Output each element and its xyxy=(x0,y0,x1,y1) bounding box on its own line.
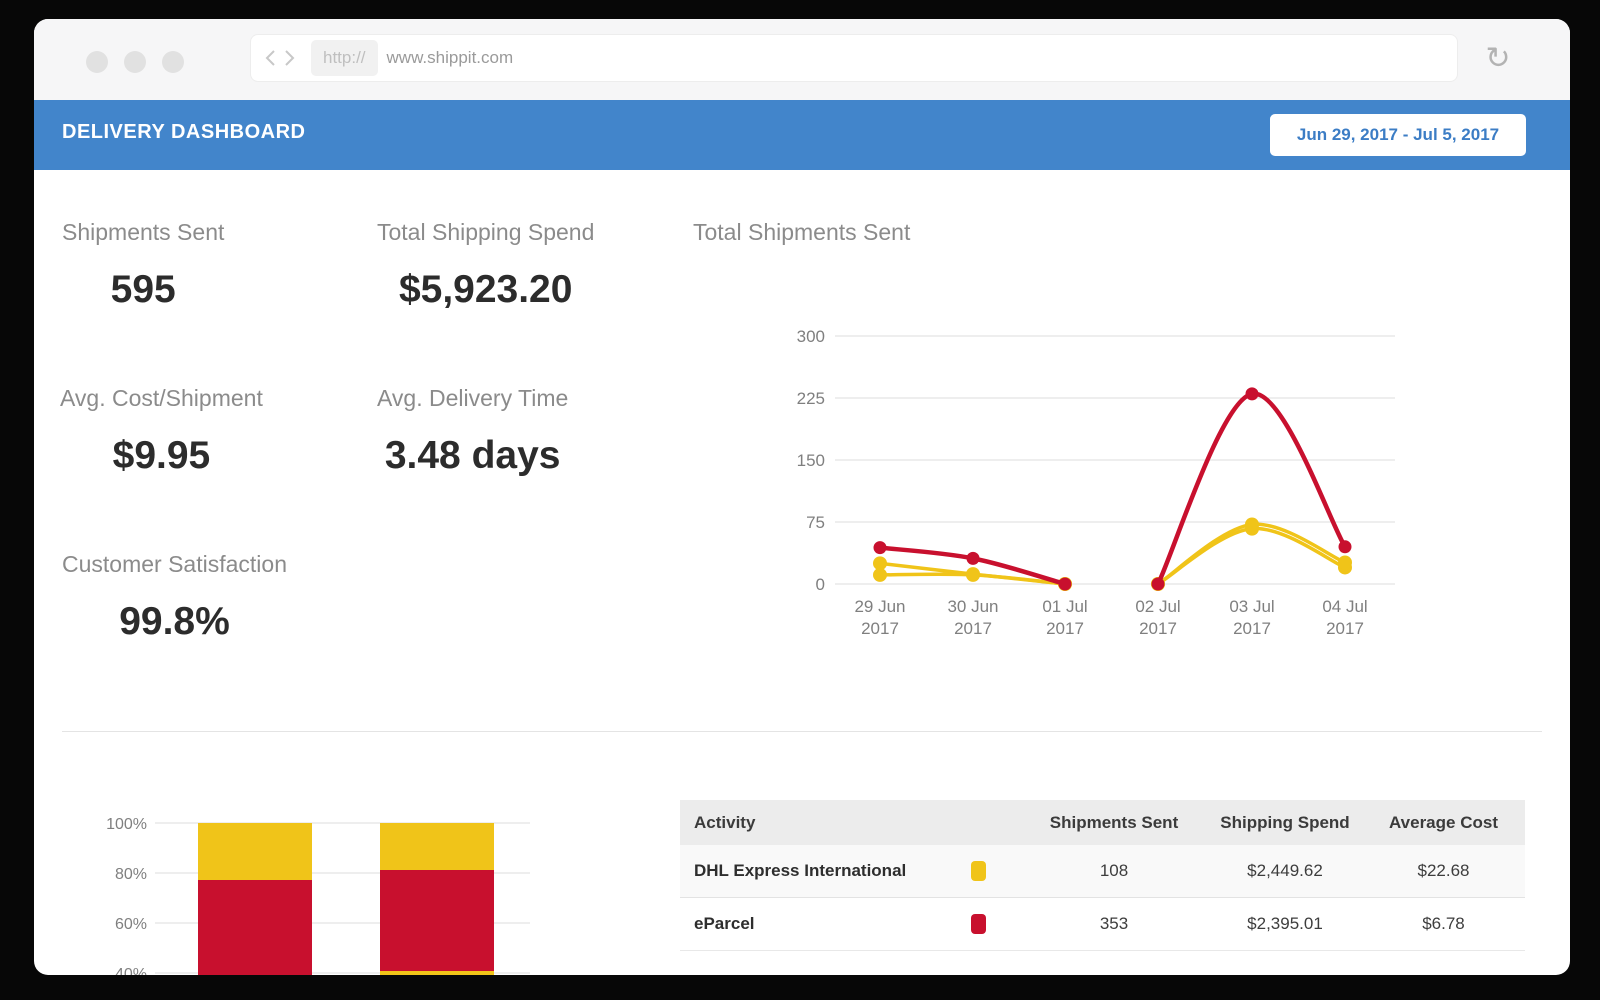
col-header-spend: Shipping Spend xyxy=(1208,813,1362,833)
back-icon[interactable] xyxy=(265,49,276,67)
kpi-value: 99.8% xyxy=(62,600,287,644)
y-axis-tick-label: 300 xyxy=(797,327,825,346)
table-row-dhl: DHL Express International 108 $2,449.62 … xyxy=(680,845,1525,897)
kpi-value: 3.48 days xyxy=(377,434,568,478)
data-point xyxy=(967,552,980,565)
kpi-shipments-sent: Shipments Sent 595 xyxy=(62,219,224,312)
bar-segment xyxy=(380,971,494,975)
dhl-series-color-swatch xyxy=(971,861,986,881)
data-point xyxy=(874,541,887,554)
line-chart-title: Total Shipments Sent xyxy=(693,219,910,246)
series-line xyxy=(1158,528,1345,584)
x-axis-tick-label: 01 Jul2017 xyxy=(1042,597,1087,638)
activity-name: eParcel xyxy=(694,914,755,934)
kpi-value: 595 xyxy=(62,268,224,312)
data-point xyxy=(1246,387,1259,400)
url-bar[interactable]: http:// www.shippit.com xyxy=(250,34,1458,82)
kpi-label: Shipments Sent xyxy=(62,219,224,246)
col-header-avg-cost: Average Cost xyxy=(1362,813,1525,833)
kpi-value: $5,923.20 xyxy=(377,268,594,312)
bar-segment xyxy=(380,823,494,870)
kpi-label: Total Shipping Spend xyxy=(377,219,594,246)
bar-segment xyxy=(198,880,312,975)
activity-name: DHL Express International xyxy=(694,861,906,881)
window-control-dot-3[interactable] xyxy=(162,51,184,73)
section-divider xyxy=(62,731,1542,732)
kpi-label: Customer Satisfaction xyxy=(62,551,287,578)
bar-segment xyxy=(198,823,312,880)
shipping-spend-cell: $2,449.62 xyxy=(1208,861,1362,881)
page-title: DELIVERY DASHBOARD xyxy=(62,121,305,144)
browser-chrome: http:// www.shippit.com ↻ xyxy=(34,19,1570,100)
y-axis-tick-label: 0 xyxy=(816,575,825,594)
kpi-customer-satisfaction: Customer Satisfaction 99.8% xyxy=(62,551,287,644)
data-point xyxy=(1338,556,1352,570)
y-axis-tick-label: 40% xyxy=(115,966,147,975)
col-header-shipments: Shipments Sent xyxy=(1020,813,1208,833)
dashboard-header: DELIVERY DASHBOARD Jun 29, 2017 - Jul 5,… xyxy=(34,100,1570,170)
y-axis-tick-label: 225 xyxy=(797,389,825,408)
kpi-avg-cost-shipment: Avg. Cost/Shipment $9.95 xyxy=(60,385,263,478)
kpi-label: Avg. Delivery Time xyxy=(377,385,568,412)
eparcel-series-color-swatch xyxy=(971,914,986,934)
kpi-label: Avg. Cost/Shipment xyxy=(60,385,263,412)
y-axis-tick-label: 100% xyxy=(106,816,147,833)
activity-table: Activity Shipments Sent Shipping Spend A… xyxy=(680,800,1525,951)
y-axis-tick-label: 150 xyxy=(797,451,825,470)
x-axis-tick-label: 30 Jun2017 xyxy=(947,597,998,638)
x-axis-tick-label: 04 Jul2017 xyxy=(1322,597,1367,638)
kpi-avg-delivery-time: Avg. Delivery Time 3.48 days xyxy=(377,385,568,478)
col-header-activity: Activity xyxy=(680,813,1020,833)
table-row-eparcel: eParcel 353 $2,395.01 $6.78 xyxy=(680,897,1525,951)
refresh-icon[interactable]: ↻ xyxy=(1480,41,1516,77)
url-text[interactable]: www.shippit.com xyxy=(387,48,514,68)
shipments-sent-cell: 353 xyxy=(1020,914,1208,934)
y-axis-tick-label: 80% xyxy=(115,866,147,883)
table-header-row: Activity Shipments Sent Shipping Spend A… xyxy=(680,800,1525,845)
x-axis-tick-label: 29 Jun2017 xyxy=(854,597,905,638)
shipments-sent-cell: 108 xyxy=(1020,861,1208,881)
y-axis-tick-label: 75 xyxy=(806,513,825,532)
browser-window: http:// www.shippit.com ↻ DELIVERY DASHB… xyxy=(34,19,1570,975)
bar-segment xyxy=(380,870,494,971)
window-control-dot-2[interactable] xyxy=(124,51,146,73)
y-axis-tick-label: 60% xyxy=(115,916,147,933)
average-cost-cell: $6.78 xyxy=(1362,914,1525,934)
forward-icon[interactable] xyxy=(284,49,295,67)
average-cost-cell: $22.68 xyxy=(1362,861,1525,881)
shipping-spend-cell: $2,395.01 xyxy=(1208,914,1362,934)
data-point xyxy=(1245,517,1259,531)
data-point xyxy=(1339,540,1352,553)
data-point xyxy=(966,567,980,581)
x-axis-tick-label: 02 Jul2017 xyxy=(1135,597,1180,638)
kpi-value: $9.95 xyxy=(60,434,263,478)
window-control-dot-1[interactable] xyxy=(86,51,108,73)
data-point xyxy=(873,556,887,570)
series-line xyxy=(1158,394,1345,584)
total-shipments-line-chart: 0 75 150 225 300 29 Jun2017 30 Jun2017 01 Jul20… xyxy=(780,320,1420,650)
kpi-total-shipping-spend: Total Shipping Spend $5,923.20 xyxy=(377,219,594,312)
url-scheme: http:// xyxy=(311,40,378,76)
date-range-button[interactable]: Jun 29, 2017 - Jul 5, 2017 xyxy=(1270,114,1526,156)
x-axis-tick-label: 03 Jul2017 xyxy=(1229,597,1274,638)
data-point xyxy=(1152,578,1165,591)
data-point xyxy=(1059,578,1072,591)
carrier-split-stacked-bar-chart: 100% 80% 60% 40% xyxy=(90,800,550,975)
